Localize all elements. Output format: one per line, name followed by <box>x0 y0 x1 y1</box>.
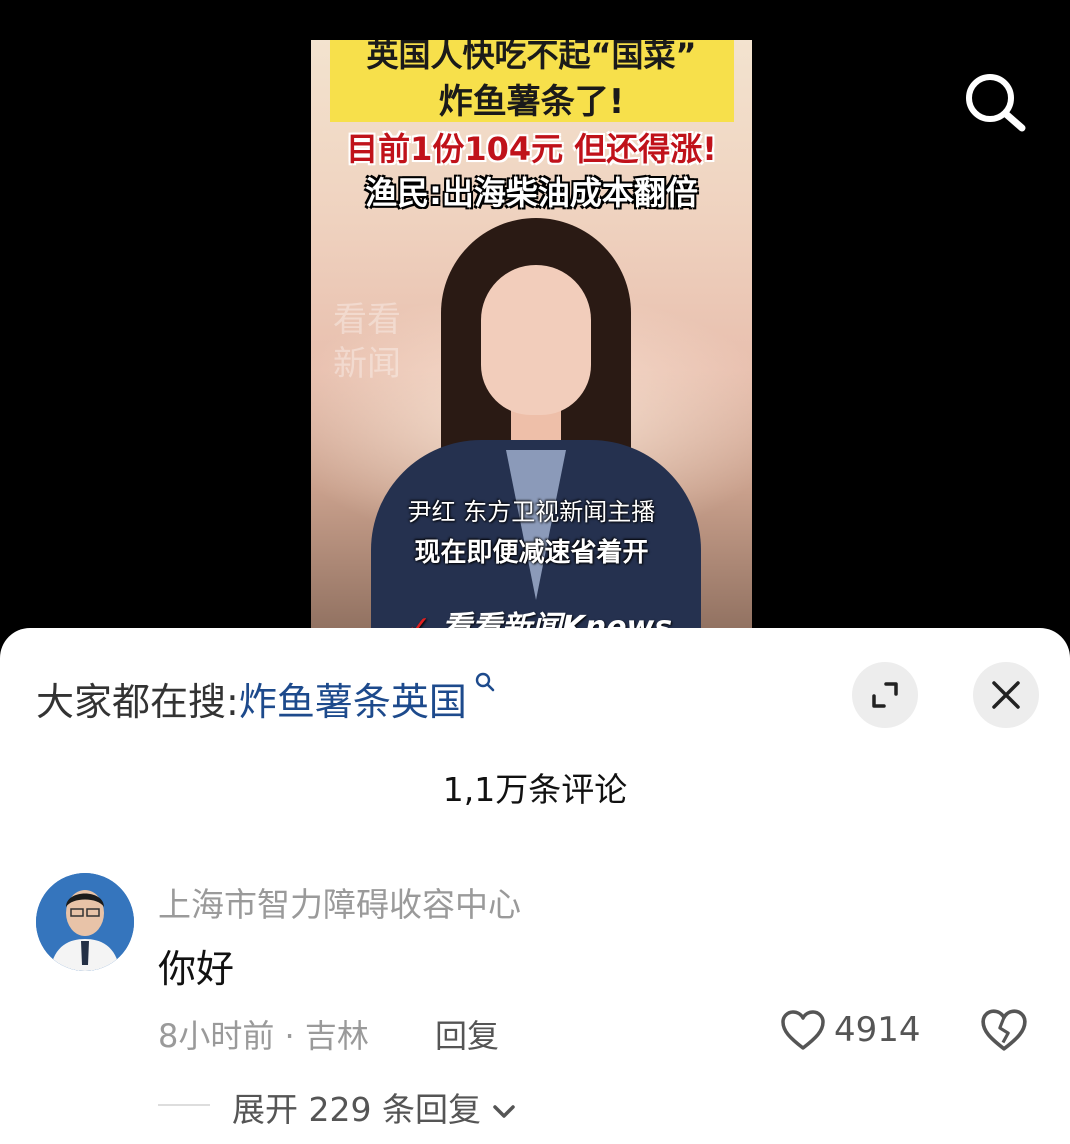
like-count: 4914 <box>834 1010 921 1050</box>
trending-term-link[interactable]: 炸鱼薯条英国 <box>238 672 496 724</box>
comment-meta: 8小时前 · 吉林 <box>158 1017 369 1055</box>
headline-line-2: 炸鱼薯条了! <box>438 82 625 122</box>
headline-line-3: 目前1份104元 但还得涨! <box>346 130 717 168</box>
trending-term-text: 炸鱼薯条英国 <box>238 680 467 724</box>
expand-replies-label: 展开 229 条回复 <box>232 1090 481 1129</box>
search-small-icon <box>467 672 496 701</box>
reply-button[interactable]: 回复 <box>435 1011 499 1057</box>
avatar[interactable] <box>36 873 134 971</box>
video-watermark: 看看新闻 <box>333 300 401 384</box>
anchor-face <box>481 265 591 415</box>
dislike-button[interactable] <box>980 1006 1028 1054</box>
replies-divider <box>158 1104 210 1106</box>
comment-count: 1,1万条评论 <box>442 770 628 809</box>
trending-search: 大家都在搜:炸鱼薯条英国 <box>36 671 496 726</box>
close-icon <box>992 681 1020 709</box>
broken-heart-icon <box>981 1009 1027 1051</box>
trending-label: 大家都在搜: <box>36 680 239 724</box>
headline-line-4: 渔民:出海柴油成本翻倍 <box>365 174 698 212</box>
close-button[interactable] <box>973 662 1039 728</box>
expand-icon <box>872 682 898 708</box>
avatar-portrait <box>36 873 134 971</box>
anchor-name-caption: 尹红 东方卫视新闻主播 <box>407 498 656 526</box>
headline-line-1: 英国人快吃不起“国菜” <box>366 40 697 74</box>
video-frame[interactable]: 看看新闻 英国人快吃不起“国菜” 炸鱼薯条了! 目前1份104元 但还得涨! 渔… <box>311 40 752 640</box>
heart-icon <box>781 1010 825 1050</box>
search-icon <box>966 74 1026 132</box>
expand-replies-button[interactable]: 展开 229 条回复 <box>232 1083 517 1131</box>
video-player[interactable]: 看看新闻 英国人快吃不起“国菜” 炸鱼薯条了! 目前1份104元 但还得涨! 渔… <box>0 0 1070 640</box>
chevron-down-icon <box>493 1105 516 1118</box>
search-button[interactable] <box>960 70 1030 134</box>
expand-button[interactable] <box>852 662 918 728</box>
comment-author[interactable]: 上海市智力障碍收容中心 <box>158 878 521 926</box>
subtitle-caption: 现在即便减速省着开 <box>414 538 649 568</box>
like-button[interactable]: 4914 <box>780 1006 921 1054</box>
comment-sheet: 大家都在搜:炸鱼薯条英国 1,1万条评论 上海市智力障碍收容中心 你好 8小时前… <box>0 628 1070 1144</box>
comment-text: 你好 <box>158 947 235 991</box>
